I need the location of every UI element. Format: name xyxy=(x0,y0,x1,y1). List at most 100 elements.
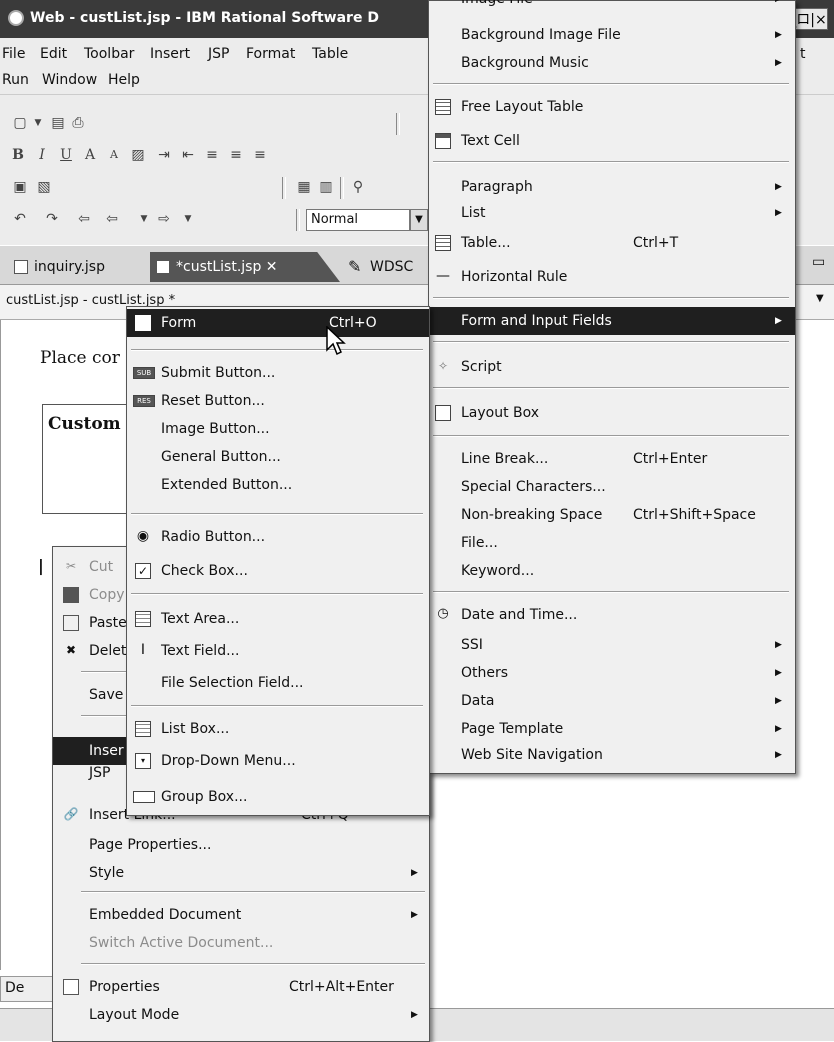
properties-icon[interactable]: ▥ xyxy=(318,179,334,195)
save-icon[interactable]: ▤ xyxy=(50,115,66,131)
menu-item-file-selection-field[interactable]: File Selection Field... xyxy=(127,669,429,697)
menu-item-file[interactable]: File... xyxy=(429,529,795,557)
back-history-icon[interactable]: ↶ xyxy=(12,211,28,227)
paragraph-style-select[interactable]: Normal xyxy=(306,209,410,231)
page-icon[interactable]: ▣ xyxy=(12,179,28,195)
menu-file[interactable]: File xyxy=(2,46,25,62)
menu-item-data[interactable]: Data ▶ xyxy=(429,687,795,715)
menu-item-list-box[interactable]: List Box... xyxy=(127,715,429,743)
toolbar-row-format: B I U A A ▨ ⇥ ⇤ ≡ ≡ ≡ xyxy=(0,141,430,171)
tab-label: inquiry.jsp xyxy=(34,259,105,275)
menu-item-line-break[interactable]: Line Break... Ctrl+Enter xyxy=(429,445,795,473)
menu-item-special-characters[interactable]: Special Characters... xyxy=(429,473,795,501)
menu-item-group-box[interactable]: Group Box... xyxy=(127,783,429,811)
menu-item-keyword[interactable]: Keyword... xyxy=(429,557,795,585)
tab-inquiry[interactable]: inquiry.jsp xyxy=(8,252,148,282)
menu-item-extended-button[interactable]: Extended Button... xyxy=(127,471,429,499)
search-icon[interactable]: ⚲ xyxy=(350,179,366,195)
font-grow-icon[interactable]: A xyxy=(82,147,98,163)
menu-item-style[interactable]: Style ▶ xyxy=(53,859,429,887)
italic-icon[interactable]: I xyxy=(34,147,50,163)
bold-icon[interactable]: B xyxy=(10,147,26,163)
menu-item-background-image-file[interactable]: Background Image File ▶ xyxy=(429,21,795,49)
menu-item-page-template[interactable]: Page Template ▶ xyxy=(429,715,795,743)
menu-item-others[interactable]: Others ▶ xyxy=(429,659,795,687)
menu-insert[interactable]: Insert xyxy=(150,46,190,62)
back-dropdown-icon[interactable]: ▼ xyxy=(136,211,152,227)
page-body-text: Place cor xyxy=(40,348,120,368)
indent-icon[interactable]: ⇥ xyxy=(156,147,172,163)
menu-item-non-breaking-space[interactable]: Non-breaking Space Ctrl+Shift+Space xyxy=(429,501,795,529)
menu-format[interactable]: Format xyxy=(246,46,295,62)
menu-item-free-layout-table[interactable]: Free Layout Table xyxy=(429,93,795,121)
scissors-icon: ✂ xyxy=(65,559,77,573)
menu-edit[interactable]: Edit xyxy=(40,46,67,62)
menu-item-form[interactable]: Form Ctrl+O xyxy=(127,309,429,337)
preview-icon[interactable]: ▧ xyxy=(36,179,52,195)
menu-project-fragment[interactable]: t xyxy=(800,46,806,62)
menu-item-layout-box[interactable]: Layout Box xyxy=(429,399,795,427)
toolbar-separator xyxy=(282,177,286,199)
menu-item-text-field[interactable]: I Text Field... xyxy=(127,637,429,665)
menu-item-image-button[interactable]: Image Button... xyxy=(127,415,429,443)
menu-item-script[interactable]: ✧ Script xyxy=(429,353,795,381)
menu-item-list[interactable]: List ▶ xyxy=(429,199,795,227)
delete-icon: ✖ xyxy=(65,643,77,657)
back-arrow-icon[interactable]: ⇦ xyxy=(104,211,120,227)
form-icon xyxy=(135,315,151,331)
menu-item-drop-down-menu[interactable]: ▾ Drop-Down Menu... xyxy=(127,747,429,775)
font-shrink-icon[interactable]: A xyxy=(106,147,122,163)
align-center-icon[interactable]: ≡ xyxy=(228,147,244,163)
menu-item-layout-mode[interactable]: Layout Mode ▶ xyxy=(53,1001,429,1029)
print-icon[interactable]: ⎙ xyxy=(70,115,86,131)
menu-item-background-music[interactable]: Background Music ▶ xyxy=(429,49,795,77)
menu-window[interactable]: Window xyxy=(42,72,97,88)
layout-icon[interactable]: ▦ xyxy=(296,179,312,195)
new-file-icon[interactable]: ▢ xyxy=(12,115,28,131)
menu-item-horizontal-rule[interactable]: — Horizontal Rule xyxy=(429,263,795,291)
tab-custlist[interactable]: *custList.jsp ✕ xyxy=(150,252,340,282)
tab-wdsc[interactable]: ✎ WDSC xyxy=(340,252,430,282)
align-right-icon[interactable]: ≡ xyxy=(252,147,268,163)
menu-item-general-button[interactable]: General Button... xyxy=(127,443,429,471)
text-style-icon[interactable]: ▨ xyxy=(130,147,146,163)
menu-item-properties[interactable]: Properties Ctrl+Alt+Enter xyxy=(53,973,429,1001)
menu-item-form-and-input-fields[interactable]: Form and Input Fields ▶ xyxy=(429,307,795,335)
menu-item-date-and-time[interactable]: ◷ Date and Time... xyxy=(429,601,795,629)
back-icon[interactable]: ⇦ xyxy=(76,211,92,227)
menu-jsp[interactable]: JSP xyxy=(208,46,229,62)
menu-item-reset-button[interactable]: RES Reset Button... xyxy=(127,387,429,415)
menu-item-embedded-document[interactable]: Embedded Document ▶ xyxy=(53,901,429,929)
chevron-down-icon[interactable]: ▼ xyxy=(816,293,824,304)
menu-item-paragraph[interactable]: Paragraph ▶ xyxy=(429,173,795,201)
maximize-icon[interactable]: ▭ xyxy=(812,254,825,270)
menu-item-page-properties[interactable]: Page Properties... xyxy=(53,831,429,859)
menu-item-submit-button[interactable]: SUB Submit Button... xyxy=(127,359,429,387)
paste-icon xyxy=(63,615,79,631)
forward-dropdown-icon[interactable]: ▼ xyxy=(180,211,196,227)
menu-item-ssi[interactable]: SSI ▶ xyxy=(429,631,795,659)
menu-item-text-cell[interactable]: Text Cell xyxy=(429,127,795,155)
outdent-icon[interactable]: ⇤ xyxy=(180,147,196,163)
menu-item-text-area[interactable]: Text Area... xyxy=(127,605,429,633)
chevron-down-icon[interactable]: ▼ xyxy=(410,209,428,231)
menu-item-switch-active-document[interactable]: Switch Active Document... xyxy=(53,929,429,957)
menu-run[interactable]: Run xyxy=(2,72,29,88)
pencil-icon: ✎ xyxy=(348,257,362,276)
menu-item-image-file[interactable]: Image File ▶ xyxy=(429,0,795,13)
menu-table[interactable]: Table xyxy=(312,46,348,62)
align-left-icon[interactable]: ≡ xyxy=(204,147,220,163)
menu-help[interactable]: Help xyxy=(108,72,140,88)
dropdown-arrow-icon[interactable]: ▼ xyxy=(30,115,46,131)
underline-icon[interactable]: U xyxy=(58,147,74,163)
table-icon xyxy=(435,235,451,251)
menu-item-table[interactable]: Table... Ctrl+T xyxy=(429,229,795,257)
menu-toolbar[interactable]: Toolbar xyxy=(84,46,134,62)
forward-icon[interactable]: ⇨ xyxy=(156,211,172,227)
drop-down-icon: ▾ xyxy=(135,753,151,769)
history-icon[interactable]: ↷ xyxy=(44,211,60,227)
menu-item-web-site-navigation[interactable]: Web Site Navigation ▶ xyxy=(429,741,795,769)
menu-item-check-box[interactable]: ✓ Check Box... xyxy=(127,557,429,585)
menu-item-radio-button[interactable]: ◉ Radio Button... xyxy=(127,523,429,551)
bottom-view-tab[interactable]: De xyxy=(0,976,60,1002)
